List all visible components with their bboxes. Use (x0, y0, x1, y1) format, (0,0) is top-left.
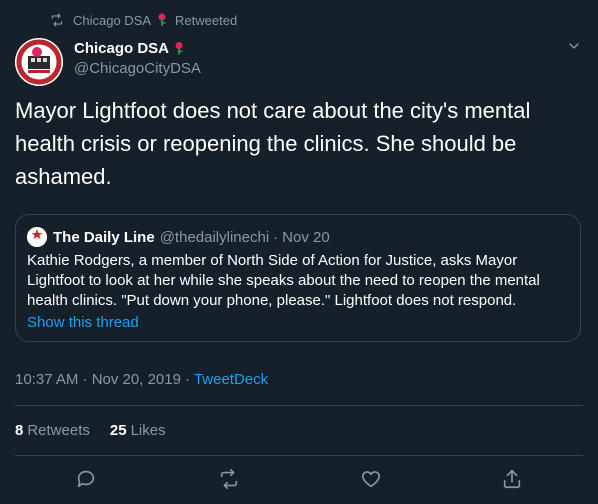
share-icon (503, 469, 521, 489)
dsa-logo-icon (15, 38, 63, 86)
avatar[interactable] (15, 38, 63, 86)
author-block[interactable]: Chicago DSA @ChicagoCityDSA (74, 40, 201, 77)
reply-icon (77, 470, 95, 488)
retweet-context: Chicago DSA Retweeted (50, 11, 237, 29)
divider (15, 455, 583, 456)
author-name-row: Chicago DSA (74, 40, 201, 57)
likes-label: Likes (130, 422, 166, 439)
retweets-count: 8 (15, 422, 24, 439)
retweet-icon (51, 13, 63, 27)
tweet-text: Mayor Lightfoot does not care about the … (15, 98, 531, 189)
retweet-button[interactable] (218, 468, 240, 490)
author-handle[interactable]: @ChicagoCityDSA (74, 60, 201, 77)
rose-icon (158, 13, 167, 26)
quoted-text: Kathie Rodgers, a member of North Side o… (27, 252, 540, 309)
show-thread-link[interactable]: Show this thread (27, 314, 569, 331)
rose-icon (175, 42, 184, 55)
quoted-date[interactable]: Nov 20 (282, 229, 330, 246)
quoted-tweet[interactable]: The Daily Line @thedailylinechi · Nov 20… (15, 214, 581, 342)
quoted-display-name[interactable]: The Daily Line (53, 229, 155, 246)
like-button[interactable] (360, 468, 382, 490)
reply-button[interactable] (75, 468, 97, 490)
chevron-down-icon[interactable] (566, 38, 582, 54)
meta-separator: · (184, 371, 190, 388)
retweet-context-account[interactable]: Chicago DSA (73, 13, 151, 28)
daily-line-logo-icon (27, 227, 47, 247)
tweet-source[interactable]: TweetDeck (194, 371, 268, 388)
likes-count: 25 (109, 422, 127, 439)
retweets-label: Retweets (27, 422, 90, 439)
retweet-icon (220, 469, 238, 489)
tweet-meta: 10:37 AM · Nov 20, 2019 · TweetDeck (15, 371, 268, 388)
action-bar (0, 468, 598, 494)
tweet-stats: 8 Retweets 25 Likes (15, 422, 186, 439)
share-button[interactable] (501, 468, 523, 490)
quoted-tweet-header: The Daily Line @thedailylinechi · Nov 20 (27, 227, 569, 247)
author-display-name[interactable]: Chicago DSA (74, 40, 169, 57)
likes-stat[interactable]: 25 Likes (110, 422, 166, 439)
heart-icon (361, 471, 381, 488)
tweet-timestamp[interactable]: 10:37 AM · Nov 20, 2019 (15, 371, 181, 388)
retweet-context-label: Retweeted (175, 12, 238, 28)
quoted-avatar (27, 227, 47, 247)
divider (15, 405, 583, 406)
quoted-separator: · (273, 228, 279, 246)
quoted-handle[interactable]: @thedailylinechi (160, 229, 269, 246)
retweets-stat[interactable]: 8 Retweets (15, 422, 90, 439)
